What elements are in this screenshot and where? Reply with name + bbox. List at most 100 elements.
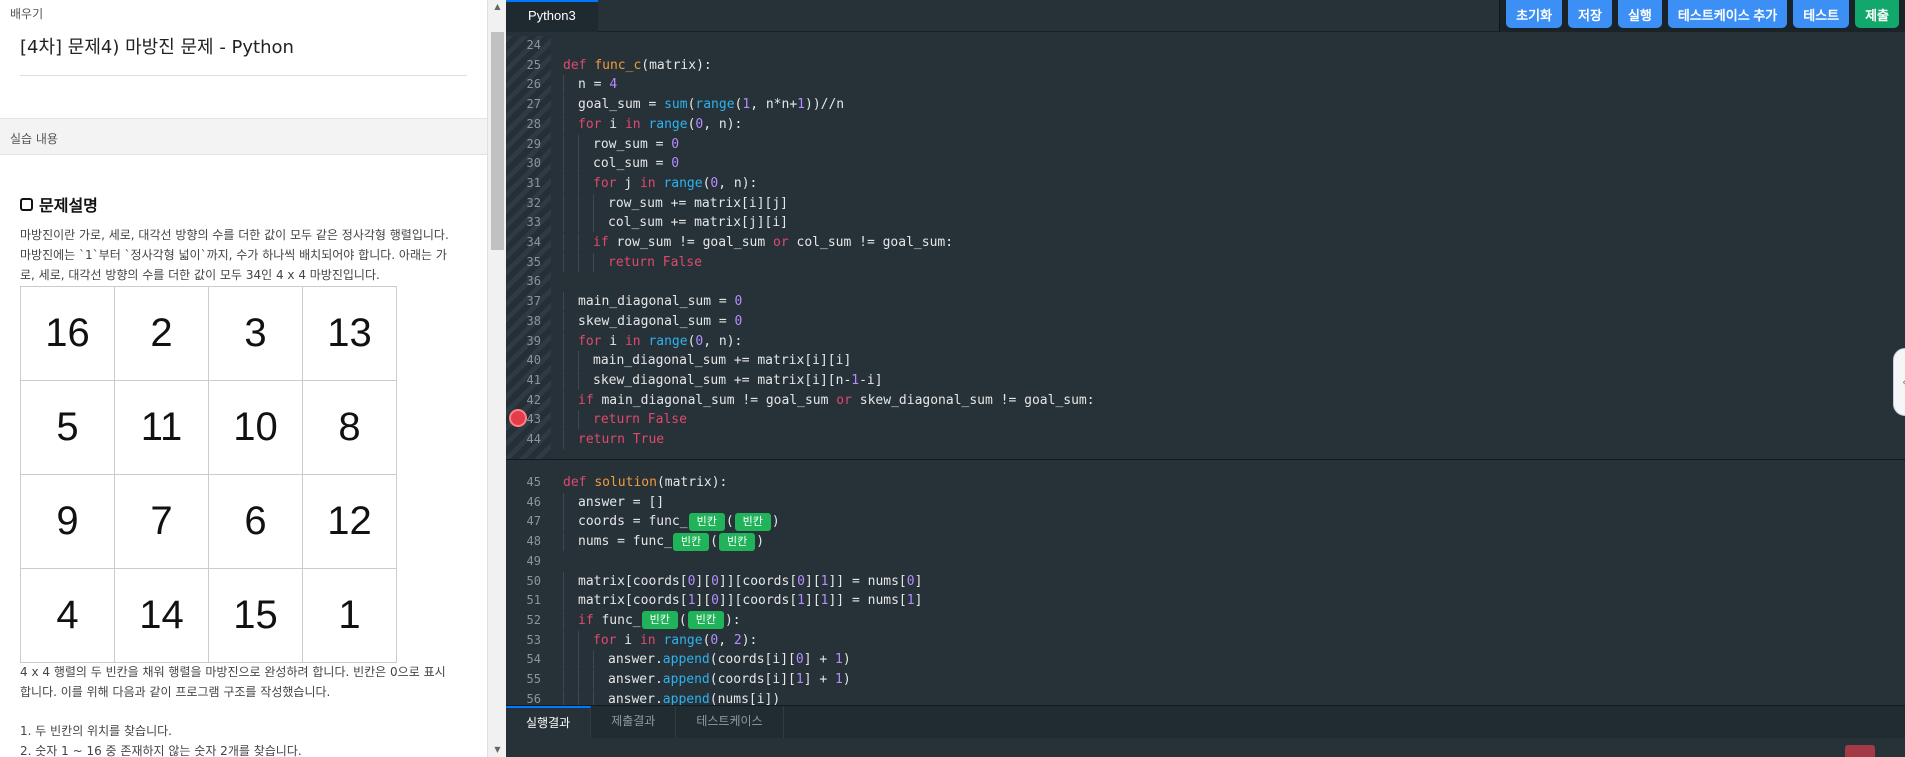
line-number: 27	[526, 97, 541, 112]
code-text[interactable]: answer = []	[563, 492, 664, 513]
line-number: 53	[526, 632, 541, 647]
line-number: 44	[526, 432, 541, 446]
code-text[interactable]: goal_sum = sum(range(1, n*n+1))//n	[563, 95, 844, 115]
code-text[interactable]: for j in range(0, n):	[563, 173, 757, 194]
line-number: 40	[526, 353, 541, 368]
steps-list: 1. 두 빈칸의 위치를 찾습니다. 2. 숫자 1 ~ 16 중 존재하지 않…	[20, 721, 452, 757]
line-number: 31	[526, 175, 541, 190]
code-text[interactable]: nums = func_ 빈칸(빈칸)	[563, 532, 764, 552]
editor-toolbar: Python3 초기화 저장 실행 테스트케이스 추가 테스트 제출	[506, 0, 1905, 32]
problem-heading-text: 문제설명	[39, 196, 98, 215]
code-text[interactable]: answer.append(coords[i][0] + 1)	[563, 650, 851, 670]
table-row: 16 2 3 13	[20, 286, 397, 381]
code-text[interactable]: def solution(matrix):	[563, 473, 727, 493]
code-text[interactable]: skew_diagonal_sum = 0	[563, 311, 742, 332]
code-text[interactable]: matrix[coords[0][0]][coords[0][1]] = num…	[563, 571, 922, 592]
code-text[interactable]: answer.append(coords[i][1] + 1)	[563, 670, 851, 690]
line-number: 46	[526, 494, 541, 509]
code-text[interactable]: if row_sum != goal_sum or col_sum != goa…	[563, 233, 953, 253]
table-row: 4 14 15 1	[20, 568, 397, 663]
readonly-code-block[interactable]: 24 25 def func_c(matrix): 26 n = 4 27 goal_sum…	[506, 36, 1905, 460]
table-cell: 13	[302, 286, 397, 381]
submit-button[interactable]: 제출	[1855, 0, 1899, 28]
table-cell: 9	[20, 474, 115, 569]
code-text[interactable]: n = 4	[563, 75, 617, 95]
square-bullet-icon	[20, 197, 33, 211]
add-testcase-button[interactable]: 테스트케이스 추가	[1667, 0, 1788, 28]
blank-slot[interactable]: 빈칸	[687, 611, 724, 630]
line-number: 25	[526, 57, 541, 72]
code-text[interactable]: for i in range(0, n):	[563, 114, 742, 135]
save-button[interactable]: 저장	[1568, 0, 1612, 28]
table-cell: 10	[208, 380, 303, 475]
test-button[interactable]: 테스트	[1793, 0, 1850, 28]
problem-description: 마방진이란 가로, 세로, 대각선 방향의 수를 더한 값이 모두 같은 정사각…	[20, 228, 449, 282]
scroll-thumb[interactable]	[491, 32, 504, 250]
line-number: 54	[526, 652, 541, 667]
table-cell: 4	[20, 568, 115, 663]
code-text[interactable]: col_sum += matrix[j][i]	[563, 213, 788, 233]
table-cell: 3	[208, 286, 303, 381]
line-number: 35	[526, 254, 541, 269]
code-text[interactable]: col_sum = 0	[563, 154, 679, 174]
problem-description-2: 4 x 4 행렬의 두 빈칸을 채워 행렬을 마방진으로 완성하려 합니다. 빈…	[20, 665, 446, 699]
code-text[interactable]: main_diagonal_sum += matrix[i][i]	[563, 351, 851, 371]
language-tab[interactable]: Python3	[506, 0, 598, 32]
code-text[interactable]: skew_diagonal_sum += matrix[i][n-1-i]	[563, 370, 883, 391]
code-text[interactable]: answer.append(nums[i])	[563, 689, 780, 705]
problem-content: 배우기 [4차] 문제4) 마방진 문제 - Python 실습 내용 문제설명…	[0, 0, 487, 757]
line-number: 51	[526, 593, 541, 608]
scroll-down-icon[interactable]: ▼	[488, 745, 506, 754]
line-number: 33	[526, 215, 541, 230]
editable-code-block[interactable]: 45 def solution(matrix): 46 answer = [] 47 co…	[506, 473, 1905, 705]
reset-button[interactable]: 초기화	[1506, 0, 1563, 28]
code-text[interactable]: return False	[563, 410, 687, 430]
line-number: 55	[526, 672, 541, 686]
tab-run-result[interactable]: 실행결과	[506, 706, 592, 739]
code-text[interactable]: return False	[563, 252, 702, 273]
collapse-handle-icon[interactable]: ‹	[1893, 348, 1905, 416]
line-number: 29	[526, 136, 541, 151]
table-cell: 6	[208, 474, 303, 569]
code-text[interactable]: row_sum += matrix[i][j]	[563, 193, 788, 214]
blank-slot[interactable]: 빈칸	[688, 512, 725, 531]
code-text[interactable]: coords = func_ 빈칸(빈칸)	[563, 512, 780, 532]
course-title: [4차] 문제4) 마방진 문제 - Python	[20, 37, 294, 58]
step-1: 1. 두 빈칸의 위치를 찾습니다.	[20, 724, 172, 738]
step-2: 2. 숫자 1 ~ 16 중 존재하지 않는 숫자 2개를 찾습니다.	[20, 744, 302, 757]
result-tabs: 실행결과 제출결과 테스트케이스	[506, 705, 1905, 739]
tab-submit-result[interactable]: 제출결과	[591, 706, 677, 739]
table-row: 9 7 6 12	[20, 474, 397, 569]
line-number: 52	[526, 612, 541, 627]
code-text[interactable]: for i in range(0, 2):	[563, 630, 757, 651]
line-number: 36	[526, 274, 541, 289]
scroll-up-icon[interactable]: ▲	[488, 2, 506, 11]
code-text[interactable]: matrix[coords[1][0]][coords[1][1]] = num…	[563, 591, 922, 611]
code-text[interactable]: main_diagonal_sum = 0	[563, 292, 742, 312]
panel-label: 배우기	[10, 7, 44, 21]
code-text[interactable]: row_sum = 0	[563, 134, 679, 155]
run-button[interactable]: 실행	[1617, 0, 1662, 28]
line-number: 30	[526, 156, 541, 171]
left-scrollbar[interactable]: ▲ ▼	[487, 0, 506, 757]
table-cell: 12	[302, 474, 397, 569]
code-text[interactable]: if main_diagonal_sum != goal_sum or skew…	[563, 390, 1095, 411]
line-number: 48	[526, 534, 541, 549]
code-text[interactable]: def func_c(matrix):	[563, 56, 712, 76]
blank-slot[interactable]: 빈칸	[641, 611, 678, 630]
problem-panel: 배우기 [4차] 문제4) 마방진 문제 - Python 실습 내용 문제설명…	[0, 0, 506, 757]
blank-slot[interactable]: 빈칸	[672, 532, 710, 551]
code-text[interactable]: if func_ 빈칸(빈칸):	[563, 610, 741, 631]
editor-panel: Python3 초기화 저장 실행 테스트케이스 추가 테스트 제출 24 25 d…	[506, 0, 1905, 757]
line-number: 45	[526, 475, 541, 489]
code-text[interactable]: return True	[563, 430, 664, 450]
table-row: 5 11 10 8	[20, 380, 397, 475]
code-text[interactable]: for i in range(0, n):	[563, 331, 742, 352]
line-number: 49	[526, 553, 541, 568]
line-number: 34	[526, 235, 541, 249]
blank-slot[interactable]: 빈칸	[719, 532, 756, 551]
line-number: 38	[526, 313, 541, 328]
blank-slot[interactable]: 빈칸	[734, 512, 771, 531]
tab-testcases[interactable]: 테스트케이스	[676, 706, 784, 739]
table-cell: 11	[114, 380, 209, 475]
